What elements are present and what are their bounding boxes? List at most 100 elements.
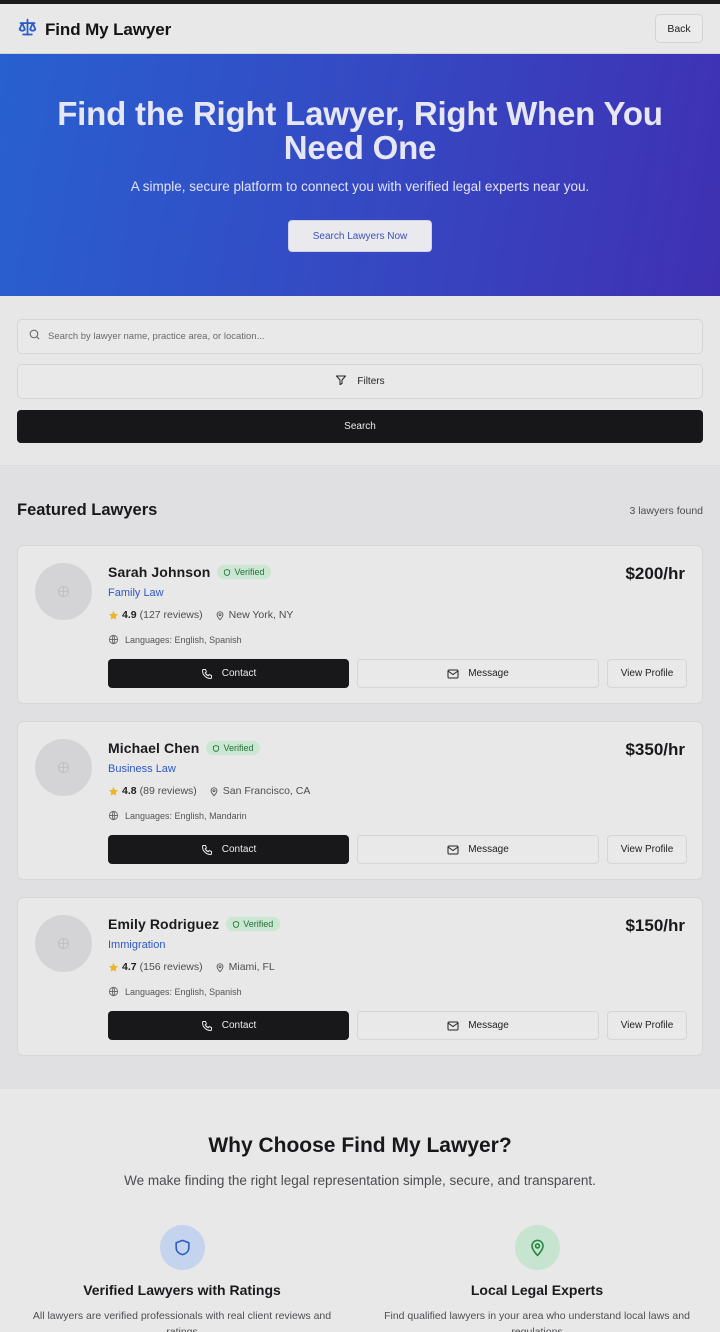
map-pin-icon bbox=[216, 610, 223, 620]
lawyer-card: Michael Chen Verified Business Law 4.8 (… bbox=[17, 721, 703, 880]
mail-icon bbox=[447, 845, 459, 854]
languages-row: Languages: English, Spanish bbox=[108, 634, 242, 645]
review-count: (156 reviews) bbox=[139, 961, 203, 973]
message-label: Message bbox=[468, 668, 509, 679]
name-row: Emily Rodriguez Verified bbox=[108, 916, 281, 932]
app-header: Find My Lawyer Back bbox=[0, 4, 720, 54]
search-lawyers-now-button[interactable]: Search Lawyers Now bbox=[288, 220, 432, 252]
feature-description: Find qualified lawyers in your area who … bbox=[384, 1310, 690, 1332]
shield-check-icon bbox=[213, 744, 220, 752]
view-profile-button[interactable]: View Profile bbox=[607, 659, 687, 688]
view-profile-button[interactable]: View Profile bbox=[607, 835, 687, 864]
feature-local: Local Legal Experts Find qualified lawye… bbox=[367, 1225, 707, 1332]
featured-lawyers-section: Featured Lawyers 3 lawyers found Sarah J… bbox=[0, 467, 720, 1089]
contact-label: Contact bbox=[221, 844, 257, 855]
filters-button[interactable]: Filters bbox=[17, 364, 703, 399]
verified-label: Verified bbox=[234, 567, 265, 577]
why-subtitle: We make finding the right legal represen… bbox=[124, 1173, 596, 1188]
rating-value: 4.7 bbox=[122, 961, 137, 973]
hourly-rate: $350/hr bbox=[625, 740, 685, 759]
location: Miami, FL bbox=[228, 961, 275, 973]
lawyer-name[interactable]: Emily Rodriguez bbox=[108, 916, 219, 932]
scales-icon bbox=[17, 17, 38, 43]
message-label: Message bbox=[468, 1020, 509, 1031]
lawyer-card: Emily Rodriguez Verified Immigration 4.7… bbox=[17, 897, 703, 1056]
avatar[interactable] bbox=[35, 739, 92, 796]
search-button[interactable]: Search bbox=[17, 410, 703, 443]
feature-verified: Verified Lawyers with Ratings All lawyer… bbox=[12, 1225, 352, 1332]
contact-button[interactable]: Contact bbox=[108, 659, 349, 688]
hero-section: Find the Right Lawyer, Right When You Ne… bbox=[0, 54, 720, 296]
review-count: (89 reviews) bbox=[139, 785, 197, 797]
location: San Francisco, CA bbox=[222, 785, 311, 797]
message-button[interactable]: Message bbox=[357, 659, 599, 688]
name-row: Michael Chen Verified bbox=[108, 740, 261, 756]
globe-icon bbox=[108, 810, 119, 821]
languages: Languages: English, Mandarin bbox=[125, 810, 247, 821]
lawyer-name[interactable]: Michael Chen bbox=[108, 740, 199, 756]
globe-icon bbox=[108, 634, 119, 645]
lawyer-name[interactable]: Sarah Johnson bbox=[108, 564, 210, 580]
shield-check-icon bbox=[224, 568, 231, 576]
hero-subtitle: A simple, secure platform to connect you… bbox=[130, 179, 590, 194]
search-section: Filters Search bbox=[0, 296, 720, 466]
verified-label: Verified bbox=[243, 919, 274, 929]
review-count: (127 reviews) bbox=[139, 609, 203, 621]
feature-title: Local Legal Experts bbox=[470, 1282, 604, 1298]
message-button[interactable]: Message bbox=[357, 835, 599, 864]
contact-label: Contact bbox=[221, 668, 257, 679]
hourly-rate: $150/hr bbox=[625, 916, 685, 935]
view-profile-button[interactable]: View Profile bbox=[607, 1011, 687, 1040]
rating-location-row: 4.7 (156 reviews) Miami, FL bbox=[108, 961, 275, 973]
verified-badge: Verified bbox=[217, 565, 272, 579]
star-icon bbox=[108, 610, 119, 620]
feature-title: Verified Lawyers with Ratings bbox=[83, 1282, 281, 1298]
globe-icon bbox=[108, 986, 119, 997]
languages: Languages: English, Spanish bbox=[125, 986, 242, 997]
rating-location-row: 4.8 (89 reviews) San Francisco, CA bbox=[108, 785, 310, 797]
featured-title: Featured Lawyers bbox=[17, 501, 158, 519]
rating-value: 4.9 bbox=[122, 609, 137, 621]
contact-button[interactable]: Contact bbox=[108, 835, 349, 864]
avatar[interactable] bbox=[35, 563, 92, 620]
message-label: Message bbox=[468, 844, 509, 855]
hero-title: Find the Right Lawyer, Right When You Ne… bbox=[57, 95, 663, 166]
verified-label: Verified bbox=[223, 743, 254, 753]
back-button[interactable]: Back bbox=[655, 14, 703, 43]
search-icon bbox=[28, 328, 41, 346]
lawyer-count: 3 lawyers found bbox=[629, 505, 703, 517]
mail-icon bbox=[447, 669, 459, 678]
star-icon bbox=[108, 786, 119, 796]
search-input[interactable] bbox=[48, 331, 668, 342]
rating-value: 4.8 bbox=[122, 785, 137, 797]
shield-check-icon bbox=[233, 920, 240, 928]
verified-badge: Verified bbox=[226, 917, 281, 931]
practice-area: Immigration bbox=[108, 939, 166, 951]
lawyer-card: Sarah Johnson Verified Family Law 4.9 (1… bbox=[17, 545, 703, 704]
map-pin-icon bbox=[210, 786, 218, 796]
languages-row: Languages: English, Spanish bbox=[108, 986, 242, 997]
name-row: Sarah Johnson Verified bbox=[108, 564, 272, 580]
avatar[interactable] bbox=[35, 915, 92, 972]
phone-icon bbox=[201, 844, 212, 855]
feature-description: All lawyers are verified professionals w… bbox=[32, 1310, 332, 1332]
languages: Languages: English, Spanish bbox=[125, 634, 242, 645]
location: New York, NY bbox=[228, 609, 294, 621]
brand[interactable]: Find My Lawyer bbox=[17, 17, 171, 43]
search-field[interactable] bbox=[17, 319, 703, 354]
why-title: Why Choose Find My Lawyer? bbox=[208, 1134, 512, 1157]
languages-row: Languages: English, Mandarin bbox=[108, 810, 247, 821]
brand-name: Find My Lawyer bbox=[45, 20, 172, 39]
map-pin-icon bbox=[216, 962, 223, 972]
filters-label: Filters bbox=[357, 376, 385, 387]
phone-icon bbox=[201, 668, 212, 679]
contact-label: Contact bbox=[221, 1020, 257, 1031]
message-button[interactable]: Message bbox=[357, 1011, 599, 1040]
contact-button[interactable]: Contact bbox=[108, 1011, 349, 1040]
star-icon bbox=[108, 962, 119, 972]
filter-icon bbox=[335, 374, 347, 389]
practice-area: Family Law bbox=[108, 587, 164, 599]
phone-icon bbox=[201, 1020, 212, 1031]
rating-location-row: 4.9 (127 reviews) New York, NY bbox=[108, 609, 293, 621]
why-choose-section: Why Choose Find My Lawyer? We make findi… bbox=[0, 1089, 720, 1332]
